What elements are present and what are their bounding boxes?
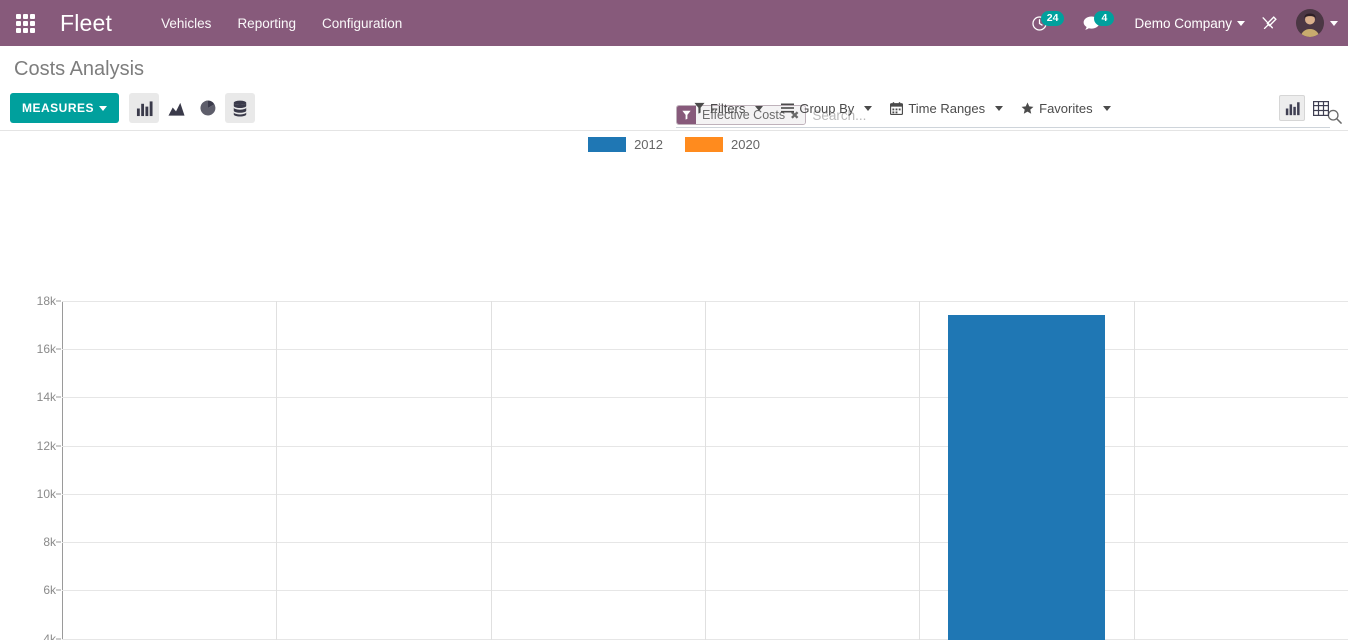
legend-label: 2012 xyxy=(634,137,663,152)
developer-tools-button[interactable] xyxy=(1253,11,1286,36)
legend-label: 2020 xyxy=(731,137,760,152)
star-icon xyxy=(1021,102,1034,114)
bar-chart-button[interactable] xyxy=(129,93,160,123)
graph-view-icon xyxy=(1285,101,1300,115)
chevron-down-icon xyxy=(755,105,764,111)
timeranges-dropdown[interactable]: Time Ranges xyxy=(882,96,1011,121)
graph-view-button[interactable] xyxy=(1279,95,1305,121)
developer-tools-icon xyxy=(1262,15,1277,29)
y-tick-label: 18k xyxy=(10,294,61,308)
stacked-database-button[interactable] xyxy=(225,93,256,123)
groupby-label: Group By xyxy=(799,100,855,116)
avatar[interactable] xyxy=(1296,9,1324,37)
measures-button-label: MEASURES xyxy=(22,101,95,115)
view-switcher xyxy=(1279,95,1334,121)
favorites-label: Favorites xyxy=(1039,100,1093,116)
y-tick-label: 4k xyxy=(10,632,61,640)
pivot-view-button[interactable] xyxy=(1308,95,1334,121)
chevron-down-icon xyxy=(1237,21,1245,27)
apps-menu-toggle[interactable] xyxy=(8,6,42,40)
y-tick-label: 10k xyxy=(10,487,61,501)
main-menu: Vehicles Reporting Configuration xyxy=(148,10,415,37)
page-title: Costs Analysis xyxy=(14,58,145,80)
category-separator xyxy=(276,301,278,640)
legend-swatch-2012 xyxy=(588,137,627,152)
activities-menu[interactable]: 24 xyxy=(1023,10,1073,36)
timeranges-label: Time Ranges xyxy=(908,100,986,116)
menu-item-reporting[interactable]: Reporting xyxy=(224,10,309,37)
chart-type-buttons xyxy=(129,93,256,123)
legend-item-2020[interactable]: 2020 xyxy=(685,137,760,152)
filters-dropdown[interactable]: Filters xyxy=(686,96,771,121)
stacked-database-icon xyxy=(233,100,247,117)
y-tick-label: 6k xyxy=(10,583,61,597)
pivot-view-icon xyxy=(1313,100,1329,116)
app-brand-fleet[interactable]: Fleet xyxy=(48,0,122,46)
bar-chart-icon xyxy=(136,100,153,116)
avatar-chevron-down-icon[interactable] xyxy=(1330,20,1338,26)
control-panel-bottom-row: MEASURES Filters Group By Time Ranges Fa… xyxy=(10,86,1338,130)
menu-item-configuration[interactable]: Configuration xyxy=(309,10,415,37)
activities-count-badge: 24 xyxy=(1040,10,1065,26)
y-tick-label: 8k xyxy=(10,535,61,549)
line-chart-button[interactable] xyxy=(161,93,191,123)
favorites-dropdown[interactable]: Favorites xyxy=(1013,96,1118,121)
pie-chart-icon xyxy=(200,100,216,116)
filters-label: Filters xyxy=(710,100,746,116)
plot-area xyxy=(62,301,1348,640)
y-tick-label: 14k xyxy=(10,390,61,404)
top-navbar: Fleet Vehicles Reporting Configuration 2… xyxy=(0,0,1348,46)
systray: 24 4 Demo Company xyxy=(1023,9,1338,37)
chevron-down-icon xyxy=(995,105,1004,111)
messages-count-badge: 4 xyxy=(1094,10,1115,26)
chart-legend: 2012 2020 xyxy=(0,137,1348,152)
chevron-down-icon xyxy=(864,105,873,111)
line-chart-icon xyxy=(167,102,185,116)
category-separator xyxy=(1133,301,1135,640)
y-tick-label: 16k xyxy=(10,342,61,356)
apps-grid-icon xyxy=(15,13,35,33)
chevron-down-icon xyxy=(99,105,108,111)
filter-funnel-icon xyxy=(694,102,705,114)
category-separator xyxy=(919,301,921,640)
chevron-down-icon xyxy=(1102,105,1111,111)
pie-chart-button[interactable] xyxy=(193,93,223,123)
category-separator xyxy=(490,301,492,640)
groupby-dropdown[interactable]: Group By xyxy=(773,96,880,121)
messages-menu[interactable]: 4 xyxy=(1074,10,1122,36)
bar[interactable] xyxy=(948,315,1105,640)
legend-item-2012[interactable]: 2012 xyxy=(588,137,663,152)
legend-swatch-2020 xyxy=(685,137,723,152)
menu-item-vehicles[interactable]: Vehicles xyxy=(148,10,224,37)
company-name-label: Demo Company xyxy=(1134,15,1232,31)
graph-view: 20122020 Total Price 0.002k4k6k8k10k12k1… xyxy=(0,131,1348,640)
company-switcher[interactable]: Demo Company xyxy=(1124,12,1251,35)
list-bars-icon xyxy=(781,103,795,113)
category-separator xyxy=(705,301,706,640)
user-avatar-icon xyxy=(1296,9,1324,37)
control-panel-top-row: Costs Analysis xyxy=(10,46,1338,86)
measures-button[interactable]: MEASURES xyxy=(10,93,120,123)
search-dropdown-menus: Filters Group By Time Ranges Favorites xyxy=(686,96,1119,121)
y-tick-label: 12k xyxy=(10,439,61,453)
control-panel: Costs Analysis Effective Costs ✖ MEASURE… xyxy=(0,46,1348,131)
calendar-icon xyxy=(890,101,904,115)
